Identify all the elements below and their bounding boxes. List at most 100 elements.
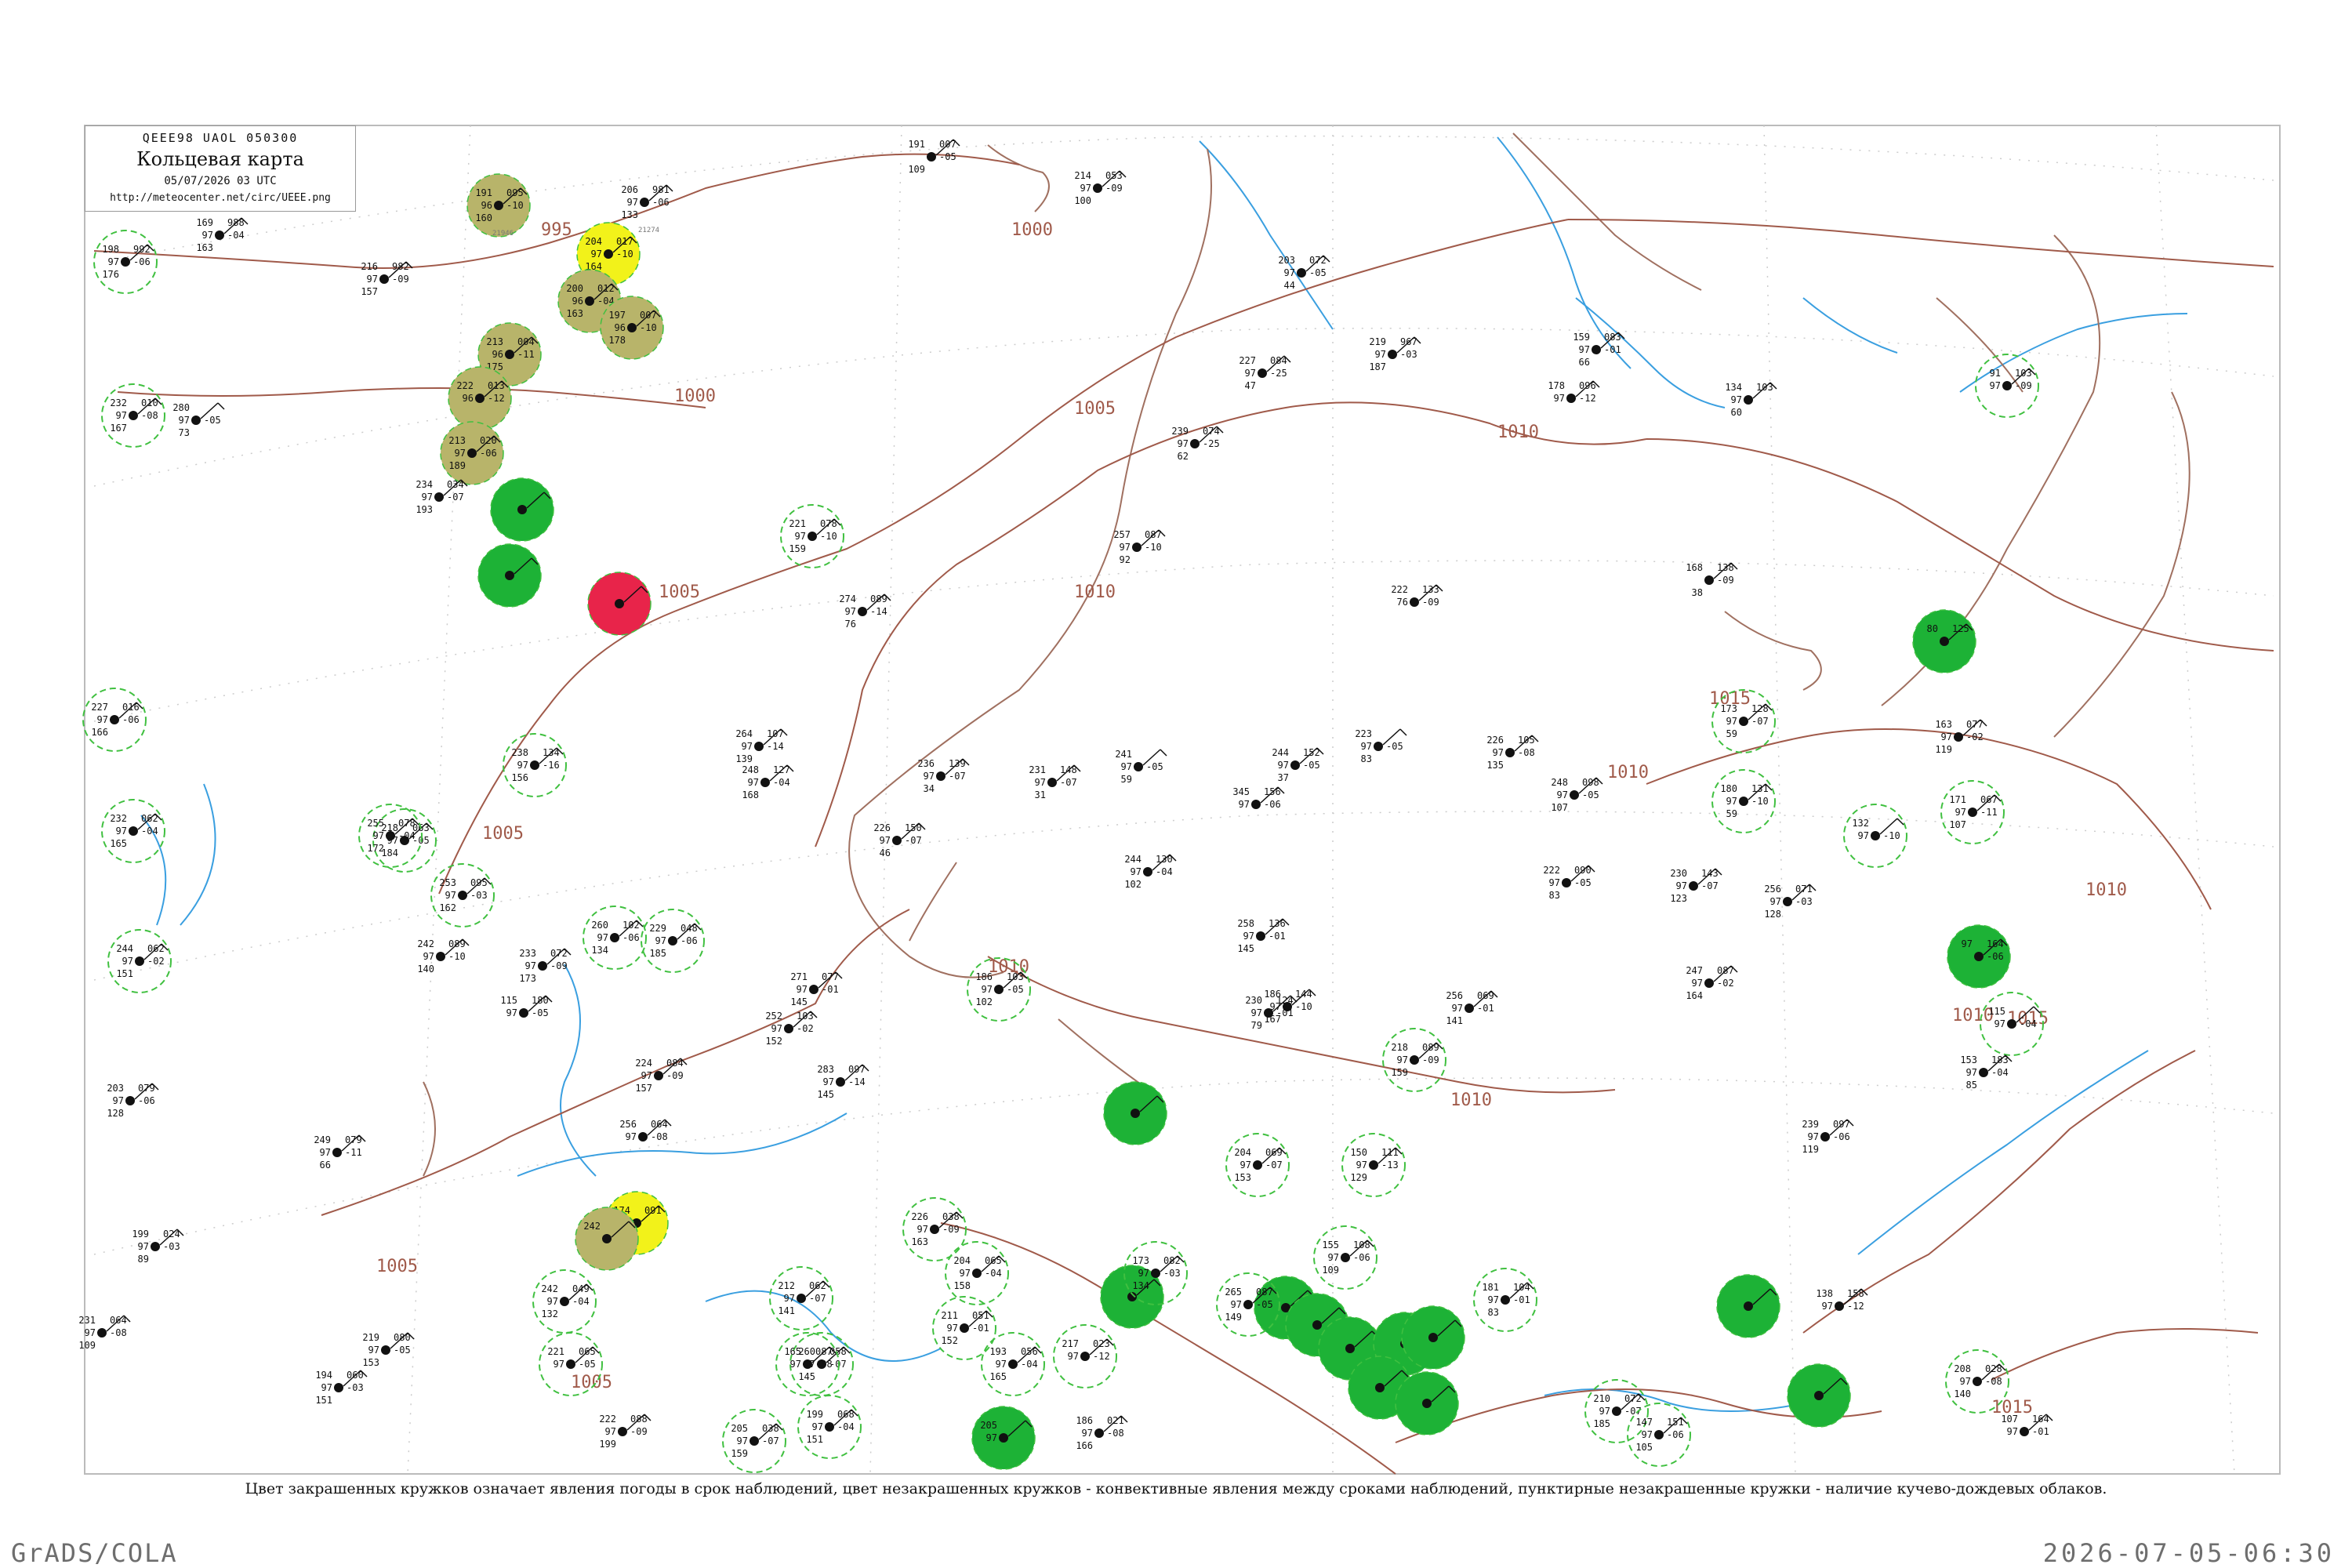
station-pressure: 134 bbox=[543, 747, 560, 758]
rivers bbox=[140, 136, 2188, 1412]
station-tendency: -04 bbox=[398, 830, 416, 841]
station-plot: 249 079 97 -11 66 bbox=[314, 1134, 366, 1171]
station-dewpoint: 133 bbox=[621, 209, 638, 220]
station-dewpoint: 163 bbox=[911, 1236, 928, 1247]
station-visibility: 97 bbox=[1068, 1351, 1079, 1362]
station-visibility: 97 bbox=[1356, 1160, 1367, 1171]
station-pressure: 151 bbox=[1667, 1417, 1684, 1428]
station-dot bbox=[1783, 897, 1792, 906]
station-dot bbox=[1388, 350, 1397, 359]
station-plot: 244 062 97 -02 151 bbox=[107, 929, 172, 993]
station-tendency: -05 bbox=[1582, 789, 1599, 800]
station-temperature: 264 bbox=[735, 728, 753, 739]
station-visibility: 97 bbox=[1579, 344, 1590, 355]
station-dewpoint: 164 bbox=[1686, 990, 1703, 1001]
station-tendency: -02 bbox=[1717, 978, 1734, 989]
station-temperature: 205 bbox=[731, 1423, 748, 1434]
station-dot bbox=[825, 1422, 834, 1432]
station-dot bbox=[638, 1132, 648, 1142]
station-plot: 223 97 -05 83 bbox=[1355, 728, 1407, 764]
station-dot bbox=[1704, 978, 1714, 988]
station-visibility: 97 bbox=[1731, 394, 1742, 405]
station-dot bbox=[627, 323, 637, 332]
station-tendency: -07 bbox=[949, 771, 966, 782]
station-dot bbox=[110, 715, 119, 724]
station-temperature: 107 bbox=[2001, 1414, 2018, 1425]
station-visibility: 97 bbox=[784, 1293, 795, 1304]
station-dewpoint: 159 bbox=[789, 543, 806, 554]
station-dewpoint: 34 bbox=[924, 783, 935, 794]
station-dot bbox=[1341, 1253, 1350, 1262]
station-visibility: 97 bbox=[321, 1382, 332, 1393]
station-visibility: 97 bbox=[1676, 880, 1687, 891]
station-pressure: 060 bbox=[347, 1370, 364, 1381]
station-plot: 213 020 97 -06 189 bbox=[440, 421, 504, 485]
station-plot bbox=[477, 543, 542, 608]
station-dewpoint: 123 bbox=[1670, 893, 1687, 904]
station-plot: 134 103 97 60 bbox=[1725, 382, 1777, 418]
station-dot bbox=[1369, 1160, 1378, 1170]
station-temperature: 193 bbox=[989, 1346, 1007, 1357]
station-tendency: -05 bbox=[1146, 761, 1163, 772]
station-pressure: 108 bbox=[1353, 1240, 1370, 1250]
station-temperature: 222 bbox=[1391, 584, 1408, 595]
station-dot bbox=[1312, 1320, 1322, 1330]
station-dot bbox=[668, 936, 677, 946]
station-plot: 191 095 96 -10 16021946 bbox=[466, 173, 531, 238]
station-visibility: 97 bbox=[108, 256, 119, 267]
station-tendency: -10 bbox=[448, 951, 466, 962]
station-dot bbox=[1689, 881, 1698, 891]
station-dewpoint: 46 bbox=[880, 848, 891, 858]
station-pressure: 091 bbox=[644, 1205, 662, 1216]
station-temperature: 244 bbox=[116, 943, 133, 954]
station-tendency: -04 bbox=[227, 230, 245, 241]
station-temperature: 256 bbox=[1764, 884, 1781, 895]
station-tendency: -02 bbox=[797, 1023, 814, 1034]
station-tendency: -05 bbox=[394, 1345, 411, 1356]
station-plot: 234 034 97 -07 193 bbox=[416, 479, 468, 515]
station-plot: 193 056 97 -04 165 bbox=[981, 1332, 1045, 1396]
station-temperature: 231 bbox=[1029, 764, 1046, 775]
station-visibility: 97 bbox=[1138, 1268, 1149, 1279]
station-dewpoint: 134 bbox=[1132, 1280, 1149, 1291]
station-dewpoint: 140 bbox=[417, 964, 434, 975]
station-temperature: 222 bbox=[599, 1414, 616, 1425]
station-pressure: 004 bbox=[517, 336, 535, 347]
station-visibility: 97 bbox=[1239, 799, 1250, 810]
station-visibility: 97 bbox=[455, 448, 466, 459]
wind-feather bbox=[217, 402, 225, 410]
footer-software: GrADS/COLA bbox=[11, 1538, 178, 1568]
station-plot: 155 108 97 -06 109 bbox=[1313, 1225, 1377, 1290]
station-dot bbox=[129, 411, 138, 420]
station-visibility: 97 bbox=[605, 1426, 616, 1437]
station-tendency: -03 bbox=[1163, 1268, 1181, 1279]
station-dot bbox=[1243, 1300, 1253, 1309]
station-visibility: 97 bbox=[597, 932, 608, 943]
station-visibility: 97 bbox=[771, 1023, 782, 1034]
station-dot bbox=[1251, 800, 1261, 809]
station-plot: 214 053 97 -09 100 bbox=[1074, 170, 1127, 206]
station-dewpoint: 149 bbox=[1225, 1312, 1242, 1323]
station-temperature: 159 bbox=[1573, 332, 1590, 343]
station-temperature: 226 bbox=[911, 1211, 928, 1222]
station-plot: 204 069 97 -07 153 bbox=[1225, 1133, 1290, 1197]
station-visibility: 97 bbox=[845, 606, 856, 617]
station-dewpoint: 135 bbox=[1486, 760, 1504, 771]
station-pressure: 080 bbox=[394, 1332, 411, 1343]
station-tendency: -10 bbox=[640, 322, 657, 333]
station-dewpoint: 178 bbox=[608, 335, 626, 346]
station-dewpoint: 59 bbox=[1726, 728, 1737, 739]
station-plot bbox=[1401, 1305, 1465, 1370]
station-plot: 211 051 97 -01 152 bbox=[932, 1296, 996, 1360]
station-plot bbox=[1716, 1274, 1780, 1338]
station-dot bbox=[332, 1148, 342, 1157]
station-plot: 242 089 97 -10 140 bbox=[417, 938, 470, 975]
station-temperature: 244 bbox=[1272, 747, 1289, 758]
station-dot bbox=[930, 1225, 939, 1234]
station-tendency: -04 bbox=[572, 1296, 590, 1307]
station-dot bbox=[519, 1008, 528, 1018]
station-dot bbox=[1704, 575, 1714, 585]
station-plot: 138 158 97 -12 bbox=[1816, 1288, 1868, 1312]
station-dot bbox=[1151, 1269, 1160, 1278]
station-temperature: 138 bbox=[1816, 1288, 1833, 1299]
